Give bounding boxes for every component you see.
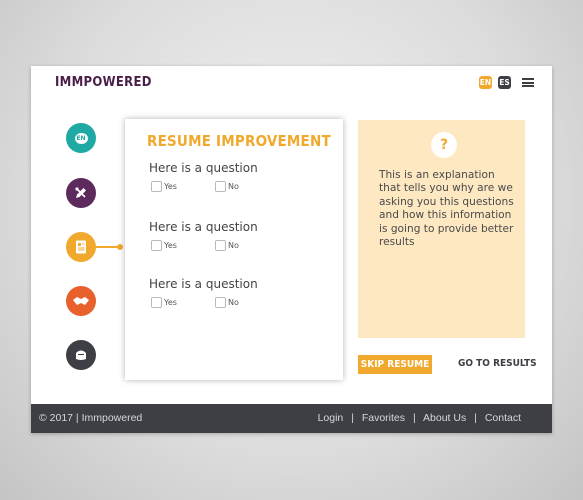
question-mark-icon: ? xyxy=(431,132,457,158)
footer-nav: Login | Favorites | About Us | Contact xyxy=(318,412,521,424)
yes-checkbox[interactable] xyxy=(151,297,162,308)
footer-link-favorites[interactable]: Favorites xyxy=(362,412,405,424)
footer-separator: | xyxy=(351,412,354,424)
pencil-icon xyxy=(75,187,86,198)
yes-label: Yes xyxy=(164,182,177,191)
hamburger-menu-icon[interactable] xyxy=(522,78,534,87)
no-label: No xyxy=(228,182,239,191)
step-education-button[interactable] xyxy=(66,340,96,370)
no-label: No xyxy=(228,241,239,250)
step-language-button[interactable]: EN xyxy=(66,123,96,153)
question-label: Here is a question xyxy=(149,277,258,291)
yes-option[interactable]: Yes xyxy=(151,181,177,192)
footer: © 2017 | Immpowered Login | Favorites | … xyxy=(31,404,552,433)
footer-link-login[interactable]: Login xyxy=(318,412,344,424)
footer-link-contact[interactable]: Contact xyxy=(485,412,521,424)
card-title: RESUME IMPROVEMENT xyxy=(147,132,331,150)
copyright-text: © 2017 | Immpowered xyxy=(39,412,143,424)
no-checkbox[interactable] xyxy=(215,297,226,308)
language-bubble-icon: EN xyxy=(74,132,88,144)
handshake-icon xyxy=(73,297,89,305)
step-skills-button[interactable] xyxy=(66,178,96,208)
yes-checkbox[interactable] xyxy=(151,181,162,192)
resume-document-icon xyxy=(76,240,86,254)
no-option[interactable]: No xyxy=(215,297,239,308)
go-to-results-link[interactable]: GO TO RESULTS xyxy=(458,358,537,369)
explanation-text: This is an explanation that tells you wh… xyxy=(379,169,514,249)
no-checkbox[interactable] xyxy=(215,181,226,192)
yes-option[interactable]: Yes xyxy=(151,297,177,308)
question-block: Here is a question Yes No xyxy=(149,277,269,309)
step-resume-button[interactable] xyxy=(66,232,96,262)
app-logo[interactable]: IMMPOWERED xyxy=(55,75,152,90)
yes-label: Yes xyxy=(164,298,177,307)
question-block: Here is a question Yes No xyxy=(149,220,269,252)
language-es-button[interactable]: ES xyxy=(498,76,511,89)
footer-separator: | xyxy=(412,412,416,424)
question-label: Here is a question xyxy=(149,220,258,234)
question-label: Here is a question xyxy=(149,161,258,175)
questions-card: RESUME IMPROVEMENT Here is a question Ye… xyxy=(125,119,343,380)
question-block: Here is a question Yes No xyxy=(149,161,269,193)
yes-checkbox[interactable] xyxy=(151,240,162,251)
graduation-cap-icon xyxy=(76,350,86,360)
no-checkbox[interactable] xyxy=(215,240,226,251)
language-en-button[interactable]: EN xyxy=(479,76,492,89)
explanation-panel: ? This is an explanation that tells you … xyxy=(358,120,525,338)
app-window: IMMPOWERED EN ES EN RESUME IMPROVEMENT H… xyxy=(31,66,552,433)
footer-link-about-us[interactable]: About Us xyxy=(423,412,466,424)
yes-option[interactable]: Yes xyxy=(151,240,177,251)
no-option[interactable]: No xyxy=(215,240,239,251)
step-interview-button[interactable] xyxy=(66,286,96,316)
active-step-indicator xyxy=(117,244,123,250)
yes-label: Yes xyxy=(164,241,177,250)
skip-resume-button[interactable]: SKIP RESUME xyxy=(358,355,432,374)
footer-separator: | xyxy=(474,412,477,424)
no-label: No xyxy=(228,298,239,307)
no-option[interactable]: No xyxy=(215,181,239,192)
